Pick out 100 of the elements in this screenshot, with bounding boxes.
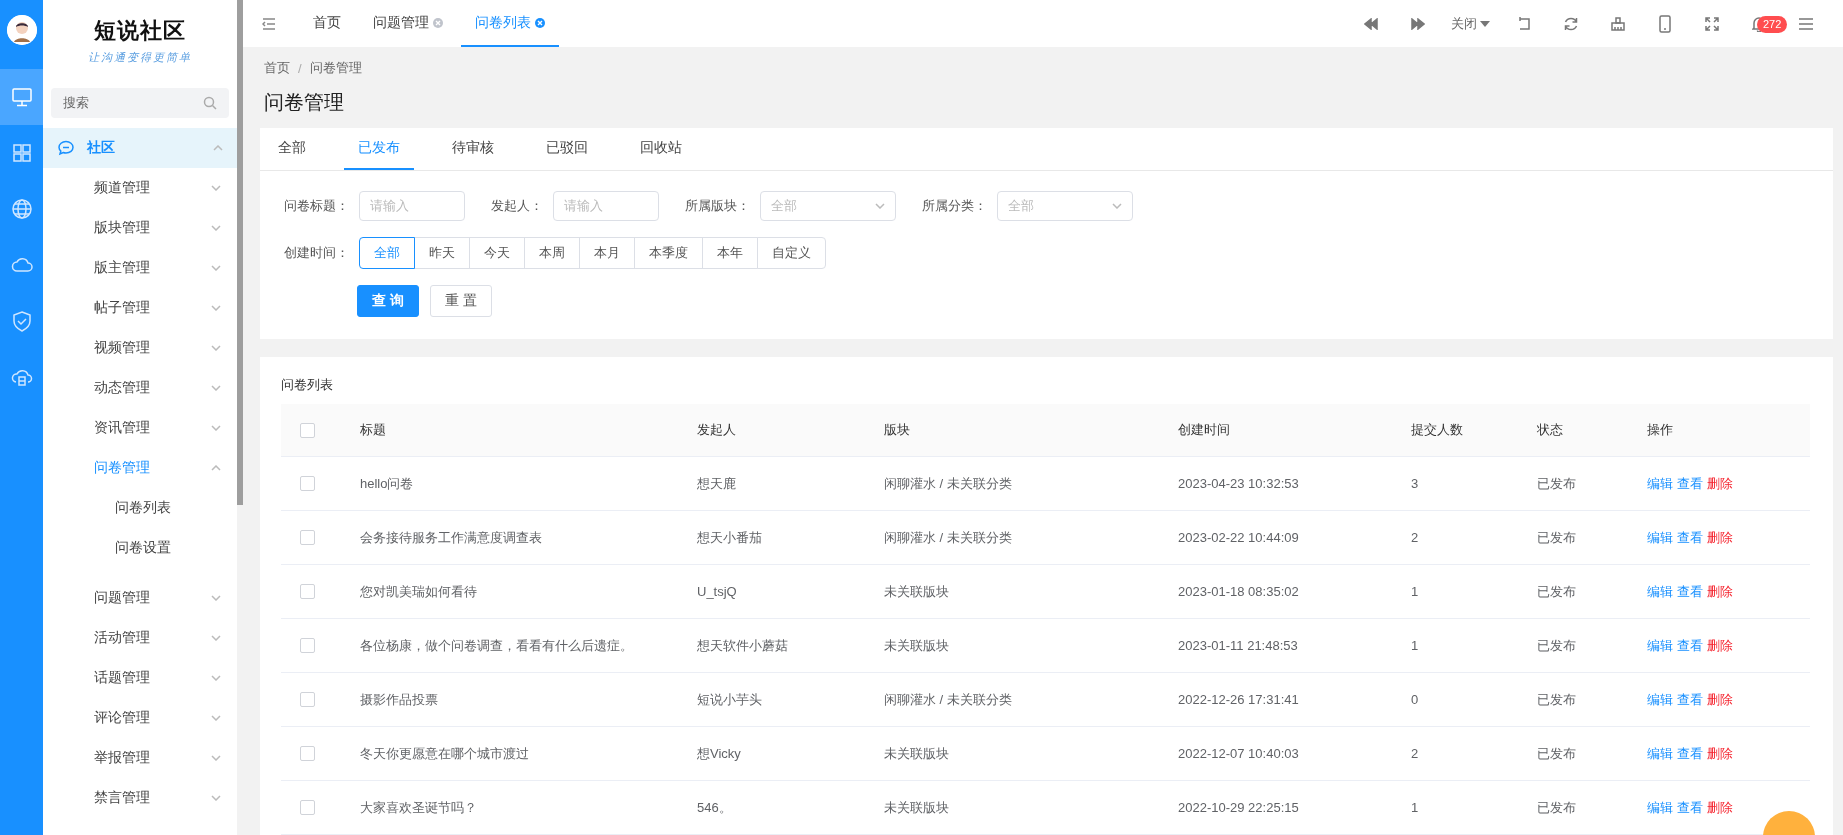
action-link[interactable]: 编辑	[1647, 582, 1673, 601]
date-range-option[interactable]: 本周	[524, 237, 580, 269]
action-link[interactable]: 查看	[1677, 636, 1703, 655]
date-range-option[interactable]: 本月	[579, 237, 635, 269]
action-link[interactable]: 编辑	[1647, 744, 1673, 763]
table-cell-text: 1	[1410, 584, 1420, 599]
chevron-down-icon	[875, 203, 885, 209]
close-menu-dropdown[interactable]: 关闭	[1441, 14, 1500, 33]
menu-icon	[1797, 16, 1814, 31]
action-link[interactable]: 编辑	[1647, 636, 1673, 655]
table-cell-text: 已发布	[1536, 636, 1577, 655]
sidebar-item[interactable]: 问题管理	[43, 578, 237, 618]
delete-link[interactable]: 删除	[1707, 744, 1733, 763]
sidebar-subitem[interactable]: 问卷设置	[43, 528, 237, 568]
monitor-icon	[10, 86, 33, 108]
status-tab[interactable]: 全部	[264, 128, 320, 170]
table-cell-text: 想Vicky	[696, 744, 742, 763]
table-cell-text: 2023-02-22 10:44:09	[1177, 530, 1300, 545]
date-range-option[interactable]: 今天	[469, 237, 525, 269]
action-link[interactable]: 编辑	[1647, 798, 1673, 817]
delete-link[interactable]: 删除	[1707, 528, 1733, 547]
action-link[interactable]: 查看	[1677, 474, 1703, 493]
sidebar-item[interactable]: 动态管理	[43, 368, 237, 408]
sidebar-subitem[interactable]: 问卷列表	[43, 488, 237, 528]
checkbox[interactable]	[300, 530, 315, 545]
checkbox[interactable]	[300, 746, 315, 761]
checkbox[interactable]	[300, 638, 315, 653]
chevron-down-icon	[1112, 203, 1122, 209]
status-tab[interactable]: 已驳回	[532, 128, 602, 170]
shield-icon	[10, 310, 33, 332]
delete-link[interactable]: 删除	[1707, 690, 1733, 709]
sidebar-item[interactable]: 问卷管理	[43, 448, 237, 488]
date-range-option[interactable]: 本年	[702, 237, 758, 269]
page-tab[interactable]: 首页	[299, 0, 355, 47]
checkbox[interactable]	[300, 800, 315, 815]
table-cell-text: 已发布	[1536, 528, 1577, 547]
sidebar-item[interactable]: 举报管理	[43, 738, 237, 778]
column-header: 操作	[1646, 421, 1674, 439]
sidebar-item[interactable]: 评论管理	[43, 698, 237, 738]
delete-link[interactable]: 删除	[1707, 798, 1733, 817]
action-link[interactable]: 查看	[1677, 582, 1703, 601]
delete-link[interactable]: 删除	[1707, 582, 1733, 601]
status-tab[interactable]: 待审核	[438, 128, 508, 170]
table-cell-text: 未关联版块	[883, 636, 950, 655]
sidebar-item[interactable]: 版块管理	[43, 208, 237, 248]
close-icon[interactable]	[535, 17, 545, 28]
action-link[interactable]: 查看	[1677, 690, 1703, 709]
checkbox[interactable]	[300, 584, 315, 599]
checkbox[interactable]	[300, 692, 315, 707]
broom-icon	[1610, 16, 1625, 31]
filter-label: 所属版块：	[685, 197, 750, 215]
breadcrumb-link[interactable]: 首页	[264, 59, 290, 77]
globe-icon	[10, 198, 33, 220]
date-range-option[interactable]: 昨天	[414, 237, 470, 269]
table-cell-text: 各位杨康，做个问卷调查，看看有什么后遗症。	[359, 636, 634, 655]
filter-label: 问卷标题：	[284, 197, 349, 215]
sidebar-item[interactable]: 版主管理	[43, 248, 237, 288]
sidebar-item[interactable]: 频道管理	[43, 168, 237, 208]
page-tab[interactable]: 问卷列表	[461, 0, 559, 47]
table-title: 问卷列表	[281, 376, 333, 394]
delete-link[interactable]: 删除	[1707, 636, 1733, 655]
scrollbar-thumb[interactable]	[237, 0, 243, 505]
query-button[interactable]: 查询	[357, 285, 419, 317]
checkbox[interactable]	[300, 422, 315, 438]
avatar-icon[interactable]	[6, 15, 37, 45]
date-range-option[interactable]: 全部	[359, 237, 415, 269]
action-link[interactable]: 查看	[1677, 528, 1703, 547]
action-link[interactable]: 查看	[1677, 744, 1703, 763]
search-field[interactable]: 搜索	[51, 88, 229, 118]
sidebar-item[interactable]: 视频管理	[43, 328, 237, 368]
chevron-up-icon	[211, 465, 221, 471]
sidebar-item[interactable]: 禁言管理	[43, 778, 237, 818]
table-cell-text: 1	[1410, 638, 1420, 653]
sidebar-item[interactable]: 活动管理	[43, 618, 237, 658]
sidebar-item[interactable]: 社区	[43, 128, 237, 168]
delete-link[interactable]: 删除	[1707, 474, 1733, 493]
action-link[interactable]: 查看	[1677, 798, 1703, 817]
breadcrumb-link[interactable]: 问卷管理	[309, 59, 362, 77]
sidebar-item[interactable]: 帖子管理	[43, 288, 237, 328]
table-cell-text: 大家喜欢圣诞节吗？	[359, 798, 478, 817]
action-link[interactable]: 编辑	[1647, 528, 1673, 547]
date-range-option[interactable]: 自定义	[757, 237, 826, 269]
column-header: 提交人数	[1410, 421, 1464, 439]
checkbox[interactable]	[300, 476, 315, 491]
sidebar-item[interactable]: 资讯管理	[43, 408, 237, 448]
close-icon[interactable]	[433, 17, 443, 28]
sidebar-item[interactable]: 话题管理	[43, 658, 237, 698]
reset-button[interactable]: 重置	[430, 285, 492, 317]
status-tab[interactable]: 已发布	[344, 128, 414, 170]
table-cell-text: 2022-12-26 17:31:41	[1177, 692, 1300, 707]
action-link[interactable]: 编辑	[1647, 474, 1673, 493]
rewind-icon	[1363, 17, 1378, 30]
chat-icon	[57, 140, 75, 156]
table-cell-text: 2022-12-07 10:40:03	[1177, 746, 1300, 761]
date-range-option[interactable]: 本季度	[634, 237, 703, 269]
table-cell-text: 短说小芋头	[696, 690, 763, 709]
action-link[interactable]: 编辑	[1647, 690, 1673, 709]
status-tab[interactable]: 回收站	[626, 128, 696, 170]
caret-icon	[1480, 20, 1490, 27]
page-tab[interactable]: 问题管理	[359, 0, 457, 47]
